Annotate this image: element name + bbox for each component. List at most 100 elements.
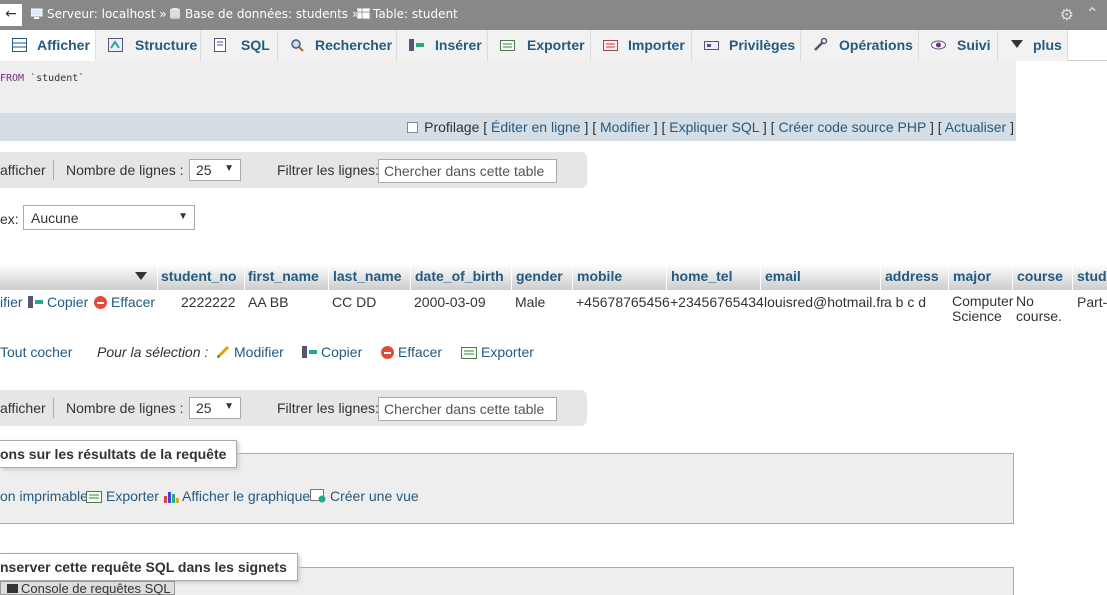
breadcrumb-server-label: Serveur: localhost » (47, 7, 167, 21)
column-header-last-name[interactable]: last_name (333, 268, 401, 284)
gear-icon[interactable]: ⚙ (1060, 5, 1074, 24)
delete-icon (94, 296, 107, 309)
create-php-code-link[interactable]: Créer code source PHP (778, 119, 926, 135)
selection-export-button[interactable]: Exporter (461, 344, 534, 360)
column-header-address[interactable]: address (885, 268, 939, 284)
cell-home-tel[interactable]: +23456765434 (670, 294, 764, 310)
column-header-home-tel[interactable]: home_tel (671, 268, 732, 284)
sql-query-box: FROM `student` (0, 61, 1016, 113)
cell-major[interactable]: Computer Science (952, 294, 1013, 324)
cell-address[interactable]: a b c d (884, 294, 926, 310)
column-header-major[interactable]: major (953, 268, 991, 284)
tab-sql[interactable]: SQL (201, 30, 278, 61)
sql-console-label: Console de requêtes SQL (21, 581, 171, 595)
browse-icon (12, 38, 27, 52)
tab-privileges[interactable]: Privilèges (692, 30, 801, 61)
tab-bar: Afficher Structure SQL Rechercher Insére… (0, 30, 1107, 61)
divider (328, 264, 329, 290)
tab-insert-label: Insérer (435, 37, 482, 53)
column-header-email[interactable]: email (765, 268, 801, 284)
tab-export[interactable]: Exporter (488, 30, 591, 61)
refresh-link[interactable]: Actualiser (945, 119, 1006, 135)
filter-label: Filtrer les lignes: (277, 162, 379, 178)
rows-select-value: 25 (196, 162, 212, 178)
row-delete-link[interactable]: Effacer (94, 294, 155, 310)
filter-input[interactable]: Chercher dans cette table (378, 159, 557, 183)
cell-first-name[interactable]: AA BB (248, 294, 288, 310)
copy-icon (28, 296, 43, 308)
cell-course[interactable]: No course. (1016, 294, 1071, 324)
show-all-button[interactable]: afficher (0, 162, 46, 178)
cell-student-no[interactable]: 2222222 (181, 294, 236, 310)
collapse-icon[interactable]: ⌃ (1086, 4, 1099, 23)
check-all-link[interactable]: Tout cocher (0, 344, 72, 360)
sql-console-toggle[interactable]: Console de requêtes SQL (0, 581, 175, 595)
eye-icon (931, 40, 946, 50)
breadcrumb-table[interactable]: Table: student (357, 7, 458, 21)
tab-import[interactable]: Importer (591, 30, 692, 61)
edit-link[interactable]: Modifier (600, 119, 650, 135)
cell-last-name[interactable]: CC DD (332, 294, 376, 310)
tab-search[interactable]: Rechercher (278, 30, 397, 61)
navigation-bar-top: afficher Nombre de lignes : 25 ▼ Filtrer … (0, 152, 587, 188)
breadcrumb-database[interactable]: Base de données: students » (169, 7, 359, 21)
table-header: student_no first_name last_name date_of_… (0, 264, 1107, 290)
console-icon (7, 584, 18, 593)
show-all-button[interactable]: afficher (0, 400, 46, 416)
column-header-course[interactable]: course (1017, 268, 1063, 284)
tab-structure[interactable]: Structure (96, 30, 201, 61)
show-chart-link[interactable]: Afficher le graphique (163, 488, 310, 504)
inline-edit-link[interactable]: Éditer en ligne (491, 119, 581, 135)
create-view-link[interactable]: Créer une vue (310, 488, 419, 504)
sort-triangle-icon[interactable] (135, 272, 147, 280)
selection-copy-button[interactable]: Copier (302, 344, 362, 360)
sort-index-select[interactable]: Aucune ▼ (23, 205, 195, 230)
tab-browse[interactable]: Afficher (0, 30, 96, 61)
column-header-stud[interactable]: stud (1077, 268, 1107, 284)
profiling-checkbox[interactable] (407, 122, 419, 133)
selection-delete-button[interactable]: Effacer (381, 344, 442, 360)
selection-edit-button[interactable]: Modifier (216, 344, 284, 360)
filter-label: Filtrer les lignes: (277, 400, 379, 416)
tab-operations[interactable]: Opérations (801, 30, 919, 61)
query-operations-legend: ons sur les résultats de la requête (0, 440, 238, 468)
tab-more[interactable]: plus (998, 30, 1068, 61)
chevron-down-icon (1011, 40, 1023, 48)
tab-import-label: Importer (628, 37, 685, 53)
divider (1012, 264, 1013, 290)
divider (244, 264, 245, 290)
cell-date-of-birth[interactable]: 2000-03-09 (414, 294, 486, 310)
ops-export-link[interactable]: Exporter (86, 488, 159, 504)
column-header-mobile[interactable]: mobile (577, 268, 622, 284)
divider (1072, 264, 1073, 290)
navigation-bar-bottom: afficher Nombre de lignes : 25 ▼ Filtrer … (0, 390, 587, 426)
column-header-first-name[interactable]: first_name (248, 268, 319, 284)
divider (572, 264, 573, 290)
structure-icon (108, 38, 123, 52)
breadcrumb-database-label: Base de données: students » (185, 7, 360, 21)
chevron-down-icon: ▼ (178, 211, 188, 222)
column-header-date-of-birth[interactable]: date_of_birth (415, 268, 504, 284)
cell-gender[interactable]: Male (515, 294, 545, 310)
back-arrow-icon[interactable]: ← (0, 4, 22, 26)
filter-input[interactable]: Chercher dans cette table (378, 397, 557, 421)
rows-select[interactable]: 25 ▼ (189, 159, 241, 181)
column-header-student-no[interactable]: student_no (161, 268, 236, 284)
cell-mobile[interactable]: +45678765456 (576, 294, 670, 310)
breadcrumb-server[interactable]: Serveur: localhost » (31, 7, 167, 21)
ops-export-label: Exporter (106, 488, 159, 504)
explain-sql-link[interactable]: Expliquer SQL (669, 119, 759, 135)
tab-insert[interactable]: Insérer (397, 30, 488, 61)
row-edit-link[interactable]: ifier (0, 294, 23, 310)
column-header-gender[interactable]: gender (516, 268, 563, 284)
rows-select[interactable]: 25 ▼ (189, 397, 241, 419)
divider (410, 264, 411, 290)
cell-stud[interactable]: Part- (1077, 294, 1107, 310)
print-view-link[interactable]: on imprimable (0, 488, 88, 504)
tab-search-label: Rechercher (315, 37, 393, 53)
row-copy-link[interactable]: Copier (28, 294, 88, 310)
tab-structure-label: Structure (135, 37, 198, 53)
chart-icon (164, 492, 179, 503)
cell-email[interactable]: louisred@hotmail.fr (764, 294, 885, 310)
tab-tracking[interactable]: Suivi (919, 30, 998, 61)
